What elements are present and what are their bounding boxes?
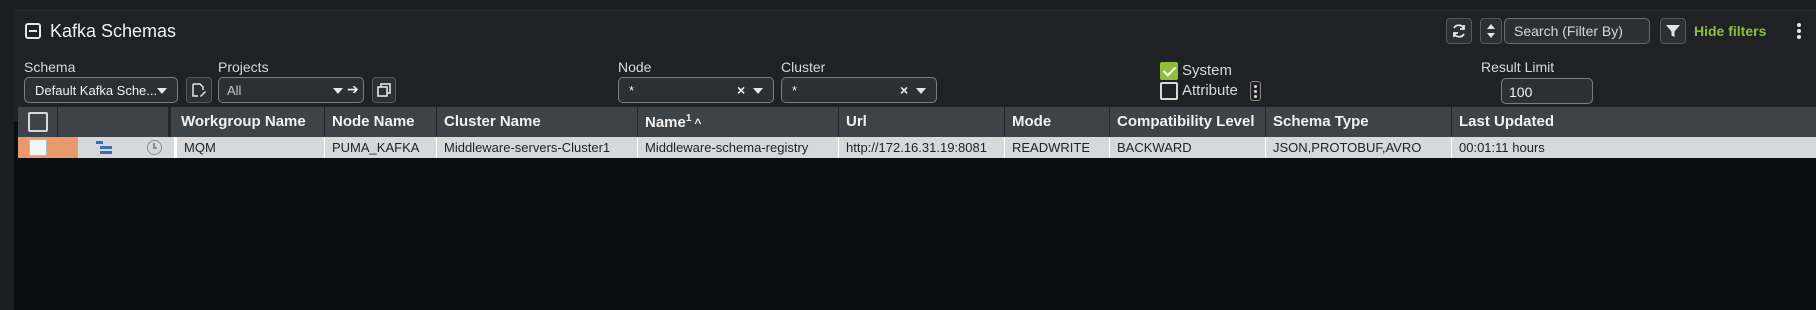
row-checkbox[interactable]: [29, 139, 47, 156]
attribute-options-icon[interactable]: [1250, 81, 1261, 101]
col-url[interactable]: Url: [839, 107, 1005, 137]
panel-header: Kafka Schemas Search (Filter By) Hide fi…: [14, 11, 1816, 51]
col-node-name[interactable]: Node Name: [325, 107, 437, 137]
page-title: Kafka Schemas: [50, 21, 177, 41]
cell-compatibility: BACKWARD: [1110, 137, 1266, 158]
system-checkbox[interactable]: [1160, 62, 1178, 80]
cluster-select-value: *: [792, 83, 798, 98]
arrow-right-icon[interactable]: ➔: [347, 81, 359, 98]
funnel-icon: [1666, 25, 1680, 37]
table-row[interactable]: MQM PUMA_KAFKA Middleware-servers-Cluste…: [18, 137, 1816, 158]
select-all-cell: [18, 107, 58, 137]
cell-name: Middleware-schema-registry: [638, 137, 839, 158]
refresh-button[interactable]: [1446, 18, 1472, 44]
cell-cluster: Middleware-servers-Cluster1: [437, 137, 638, 158]
result-limit-input[interactable]: 100: [1501, 78, 1593, 104]
sort-button[interactable]: [1480, 18, 1502, 44]
sort-order-badge: 1: [685, 113, 692, 124]
table-header: Workgroup Name Node Name Cluster Name Na…: [18, 107, 1816, 137]
cluster-select[interactable]: * ×: [781, 77, 937, 103]
edit-schema-button[interactable]: [186, 77, 212, 103]
cell-url[interactable]: http://172.16.31.19:8081: [839, 137, 1005, 158]
chevron-down-icon: [333, 88, 343, 94]
projects-select-value: All: [227, 83, 242, 98]
search-input[interactable]: Search (Filter By): [1504, 18, 1650, 44]
row-highlight: [18, 137, 78, 158]
hide-filters-link[interactable]: Hide filters: [1694, 23, 1766, 39]
cell-workgroup: MQM: [174, 137, 325, 158]
node-select-value: *: [629, 83, 635, 98]
col-name-label: Name: [645, 114, 686, 131]
attribute-checkbox[interactable]: [1160, 82, 1178, 100]
cell-schema-type: JSON,PROTOBUF,AVRO: [1266, 137, 1452, 158]
node-select[interactable]: * ×: [618, 77, 774, 103]
schema-label: Schema: [24, 59, 76, 75]
clear-icon[interactable]: ×: [900, 82, 908, 98]
kafka-schemas-panel: Kafka Schemas Search (Filter By) Hide fi…: [14, 10, 1816, 310]
tree-view-icon[interactable]: [96, 141, 112, 155]
projects-label: Projects: [218, 59, 269, 75]
sort-updown-icon: [1487, 24, 1495, 38]
more-options-icon[interactable]: [1794, 21, 1804, 41]
col-last-updated[interactable]: Last Updated: [1452, 107, 1816, 137]
schema-select-value: Default Kafka Sche...: [35, 83, 158, 98]
col-name[interactable]: Name1 ^: [638, 107, 839, 137]
copy-button[interactable]: [372, 77, 396, 103]
schema-select[interactable]: Default Kafka Sche...: [24, 77, 178, 103]
actions-header: [58, 107, 171, 137]
clock-icon[interactable]: [147, 140, 162, 155]
col-cluster-name[interactable]: Cluster Name: [437, 107, 638, 137]
system-label: System: [1182, 62, 1233, 79]
clear-icon[interactable]: ×: [737, 82, 745, 98]
cell-mode: READWRITE: [1005, 137, 1110, 158]
result-limit-label: Result Limit: [1481, 59, 1555, 75]
projects-select[interactable]: All ➔: [218, 77, 364, 103]
refresh-icon: [1453, 24, 1465, 38]
col-mode[interactable]: Mode: [1005, 107, 1110, 137]
filter-button[interactable]: [1660, 18, 1686, 44]
node-label: Node: [618, 59, 652, 75]
col-workgroup-name[interactable]: Workgroup Name: [174, 107, 325, 137]
col-schema-type[interactable]: Schema Type: [1266, 107, 1452, 137]
chevron-down-icon: [157, 88, 167, 94]
copy-icon: [377, 83, 391, 97]
col-compatibility-level[interactable]: Compatibility Level: [1110, 107, 1266, 137]
cluster-label: Cluster: [781, 59, 826, 75]
cell-node: PUMA_KAFKA: [325, 137, 437, 158]
chevron-down-icon: [753, 88, 763, 94]
attribute-label: Attribute: [1182, 82, 1238, 99]
select-all-checkbox[interactable]: [28, 112, 48, 132]
chevron-down-icon: [916, 88, 926, 94]
collapse-icon[interactable]: [25, 23, 41, 39]
cell-last-updated: 00:01:11 hours: [1459, 140, 1545, 155]
edit-document-icon: [192, 83, 206, 97]
sort-asc-icon: ^: [694, 116, 702, 130]
